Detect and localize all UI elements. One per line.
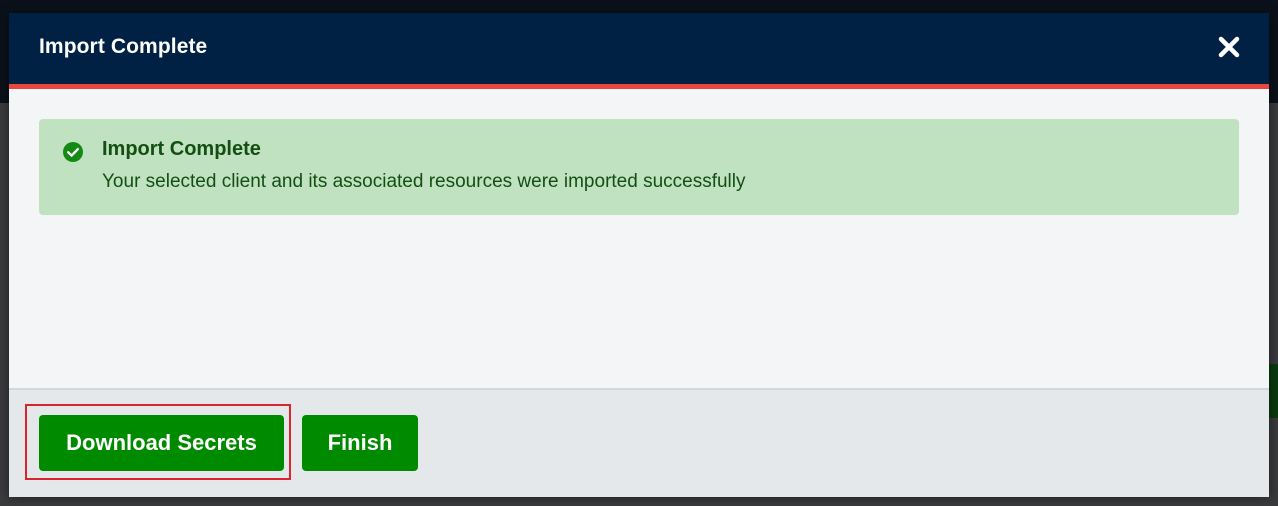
dialog-header: Import Complete — [9, 13, 1269, 89]
close-button[interactable] — [1215, 33, 1243, 61]
import-complete-dialog: Import Complete Import Complete Your sel… — [9, 13, 1269, 497]
download-secrets-button[interactable]: Download Secrets — [39, 415, 284, 471]
alert-message: Your selected client and its associated … — [102, 171, 746, 192]
dialog-title: Import Complete — [39, 35, 208, 58]
close-icon — [1218, 36, 1240, 58]
alert-title: Import Complete — [102, 138, 261, 160]
dialog-footer: Download Secrets Finish — [9, 388, 1269, 497]
background-button-edge — [1268, 364, 1278, 418]
success-alert: Import Complete Your selected client and… — [39, 119, 1239, 215]
finish-button[interactable]: Finish — [302, 415, 418, 471]
check-circle-icon — [63, 142, 83, 162]
